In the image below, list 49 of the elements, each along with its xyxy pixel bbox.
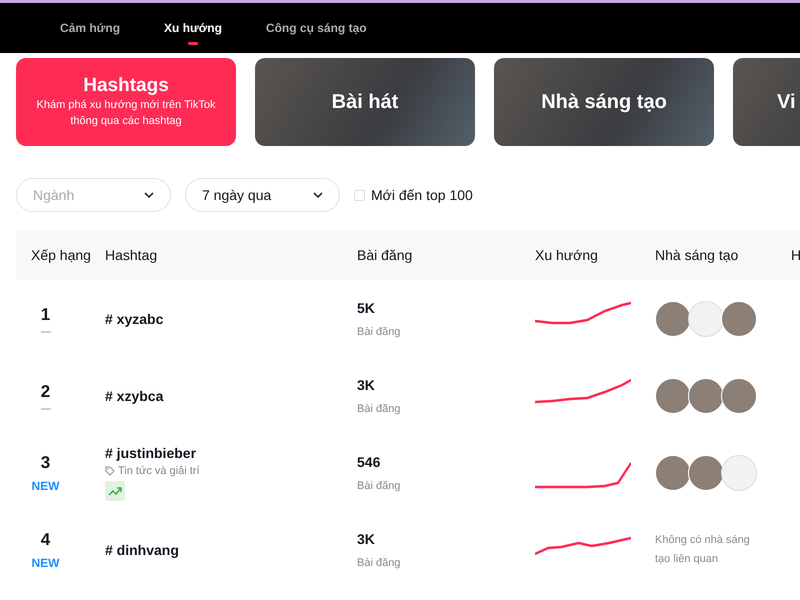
avatar-photo-placeholder[interactable] <box>721 300 757 336</box>
category-card[interactable]: Vi <box>733 58 800 146</box>
trend-up-icon <box>108 486 122 496</box>
chevron-down-icon <box>313 192 323 198</box>
unchanged-dash <box>40 330 50 332</box>
nav-tab[interactable]: Cảm hứng <box>60 15 120 41</box>
logo-avatar[interactable] <box>688 300 724 336</box>
post-count: 546 <box>357 454 382 470</box>
period-dropdown[interactable]: 7 ngày qua <box>185 178 340 212</box>
column-header: Hashtag <box>105 247 158 263</box>
nav-tab[interactable]: Công cụ sáng tạo <box>266 15 367 41</box>
avatar-photo-placeholder[interactable] <box>721 378 757 414</box>
post-label: Bài đăng <box>357 556 402 568</box>
post-label: Bài đăng <box>357 402 402 414</box>
new-label: NEW <box>32 556 60 570</box>
category-card[interactable]: Hashtags Khám phá xu hướng mới trên TikTok thông qua các hashtag <box>16 58 236 146</box>
avatar-photo-placeholder[interactable] <box>655 300 691 336</box>
rank-number: 2 <box>40 382 50 402</box>
column-header: H <box>791 247 800 263</box>
checkbox[interactable] <box>354 190 365 200</box>
rank-number: 1 <box>40 304 50 324</box>
new-label: NEW <box>32 478 60 492</box>
rank-number: 4 <box>40 530 50 550</box>
unchanged-dash <box>40 408 50 410</box>
post-count: 3K <box>357 376 376 392</box>
no-creators-text: Không có nhà sáng tạo liên quan <box>655 532 751 566</box>
chevron-down-icon <box>144 192 154 198</box>
hashtag-name[interactable]: # xzybca <box>105 388 164 404</box>
hashtag-name[interactable]: # xyzabc <box>105 310 164 326</box>
column-header: Nhà sáng tạo <box>655 247 740 263</box>
column-header: Xếp hạng <box>30 247 92 263</box>
post-count: 3K <box>357 530 376 546</box>
tag-icon <box>105 466 115 476</box>
column-header: Xu hướng <box>535 247 599 263</box>
column-header: Bài đăng <box>357 247 414 263</box>
avatar-photo-placeholder[interactable] <box>655 378 691 414</box>
avatar-photo-placeholder[interactable] <box>688 454 724 490</box>
hashtag-name[interactable]: # dinhvang <box>105 542 179 558</box>
category-text: Tin tức và giải trí <box>118 464 200 476</box>
hashtag-name[interactable]: # justinbieber <box>105 444 196 460</box>
post-label: Bài đăng <box>357 326 402 338</box>
avatar-photo-placeholder[interactable] <box>655 454 691 490</box>
checkbox-label: Mới đến top 100 <box>371 187 473 203</box>
post-label: Bài đăng <box>357 480 402 492</box>
category-card[interactable]: Bài hát <box>255 58 475 146</box>
category-card[interactable]: Nhà sáng tạo <box>494 58 714 146</box>
rank-number: 3 <box>40 452 50 472</box>
avatar-photo-placeholder[interactable] <box>688 378 724 414</box>
post-count: 5K <box>357 300 376 316</box>
